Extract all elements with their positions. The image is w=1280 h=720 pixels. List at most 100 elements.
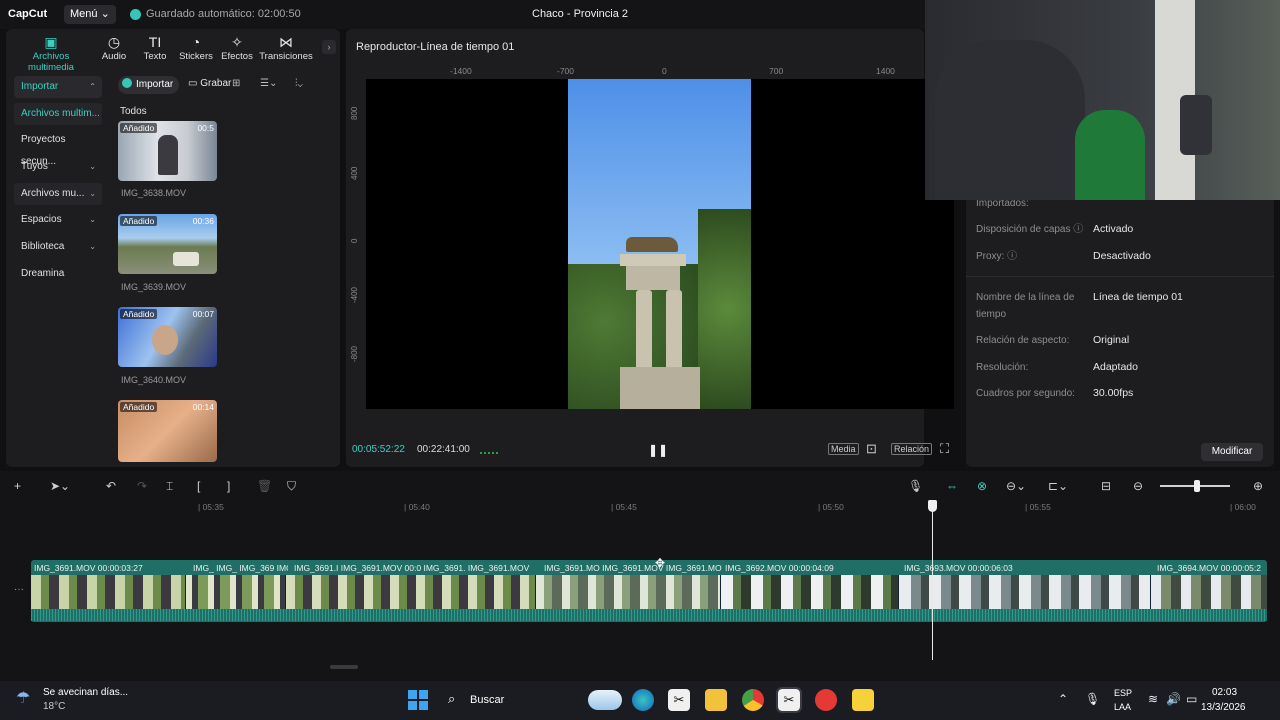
redo-icon[interactable]: ↷: [137, 479, 147, 493]
horizontal-scrollbar[interactable]: [330, 665, 358, 669]
sidebar-item-subprojects[interactable]: Proyectos secun...: [14, 129, 102, 167]
clock-time[interactable]: 02:03: [1212, 687, 1237, 698]
media-thumbnail[interactable]: Añadido 00:5: [118, 121, 217, 181]
media-thumbnail[interactable]: Añadido 00:07: [118, 307, 217, 367]
sidebar-item-yours[interactable]: Tuyos ⌄: [14, 156, 102, 178]
sidebar-item-files[interactable]: Archivos mu... ⌄: [14, 183, 102, 205]
trim-left-icon[interactable]: [: [197, 479, 200, 493]
keyboard-layout-label[interactable]: LAA: [1114, 702, 1131, 712]
tab-text[interactable]: TI Texto: [132, 34, 178, 62]
microphone-tray-icon[interactable]: 🎙: [1085, 692, 1100, 706]
media-name: IMG_3639.MOV: [121, 282, 187, 292]
green-shirt-shape: [1075, 110, 1145, 200]
link-clips-icon[interactable]: ⇔: [946, 479, 958, 493]
windows-start-icon[interactable]: [408, 690, 428, 710]
file-explorer-icon[interactable]: [705, 689, 727, 711]
sidebar-item-label: Importar: [21, 81, 59, 92]
sidebar-item-spaces[interactable]: Espacios ⌄: [14, 209, 102, 231]
wifi-icon[interactable]: ≋: [1148, 692, 1158, 706]
capcut-taskbar-icon[interactable]: ✂: [668, 689, 690, 711]
clip-thumb: [31, 575, 186, 609]
video-preview[interactable]: [568, 79, 751, 409]
chrome-icon[interactable]: [742, 689, 764, 711]
sidebar-item-dreamina[interactable]: Dreamina: [14, 263, 102, 285]
detail-key: Resolución:: [976, 362, 1029, 373]
chevron-down-icon: ⌄: [89, 215, 96, 224]
preview-axis-icon[interactable]: ⊏⌄: [1048, 479, 1068, 493]
zoom-in-icon[interactable]: ⊕: [1253, 479, 1263, 493]
added-badge: Añadido: [120, 402, 158, 412]
battery-icon[interactable]: ▭: [1186, 692, 1197, 706]
win-tile: [419, 701, 428, 710]
capcut-active-icon[interactable]: ✂: [776, 687, 802, 713]
media-thumbnail[interactable]: Añadido 00:14: [118, 400, 217, 462]
edge-icon[interactable]: [632, 689, 654, 711]
playhead[interactable]: [932, 500, 933, 660]
win-tile: [408, 690, 417, 699]
clip-thumb: [286, 575, 536, 609]
zoom-slider-handle[interactable]: [1194, 480, 1200, 492]
delete-icon[interactable]: 🗑: [257, 479, 272, 493]
undo-icon[interactable]: ↶: [106, 479, 116, 493]
sidebar-item-library[interactable]: Biblioteca ⌄: [14, 236, 102, 258]
swan-widget-icon[interactable]: [588, 690, 622, 710]
chevron-down-icon: ⌄: [89, 162, 96, 171]
linkage-icon[interactable]: ⊖⌄: [1006, 479, 1026, 493]
plus-circle-icon: [122, 78, 132, 88]
pause-icon[interactable]: ❚❚: [648, 443, 668, 457]
tab-audio[interactable]: ◷ Audio: [91, 34, 137, 62]
crop-icon[interactable]: ⊡: [866, 441, 877, 457]
column-right-shape: [666, 290, 682, 370]
added-badge: Añadido: [120, 123, 158, 133]
ruler-label: -700: [557, 66, 575, 76]
detail-key: Relación de aspecto:: [976, 335, 1070, 346]
volume-icon[interactable]: 🔊: [1166, 692, 1181, 706]
import-button[interactable]: Importar: [118, 76, 180, 94]
duration-label: 00:07: [192, 309, 214, 319]
fullscreen-icon[interactable]: ⛶: [940, 441, 949, 457]
microphone-icon[interactable]: 🎙: [908, 479, 923, 493]
modify-button[interactable]: Modificar: [1201, 443, 1263, 461]
grid-view-icon[interactable]: ⊞: [232, 78, 240, 89]
clock-date[interactable]: 13/3/2026: [1201, 702, 1246, 713]
tab-effects[interactable]: ✧ Efectos: [214, 34, 260, 62]
sidebar-item-media-files[interactable]: Archivos multim...: [14, 103, 102, 125]
menu-button[interactable]: Menú ⌄: [64, 5, 116, 24]
audio-meter-icon: [480, 446, 498, 454]
record-button[interactable]: ▭ Grabar: [188, 78, 231, 89]
clip-thumb: [721, 575, 899, 609]
taskbar-search[interactable]: [439, 688, 589, 712]
detail-key: Nombre de la línea de tiempo: [976, 292, 1075, 320]
ruler-label: -400: [350, 286, 359, 303]
time-tick: | 05:55: [1025, 502, 1051, 512]
tab-media[interactable]: ▣ Archivos multimedia: [12, 34, 90, 73]
trim-right-icon[interactable]: ]: [227, 479, 230, 493]
snap-icon[interactable]: ⊗: [977, 479, 987, 493]
tabs-scroll-right-icon[interactable]: ›: [322, 40, 336, 54]
detail-value: Original: [1093, 334, 1130, 346]
tab-transitions[interactable]: ⋈ Transiciones: [258, 34, 314, 62]
sticky-notes-icon[interactable]: [852, 689, 874, 711]
playhead-handle[interactable]: [928, 500, 937, 512]
sidebar-item-import[interactable]: Importar ⌃: [14, 76, 102, 98]
select-tool-icon[interactable]: ➤⌄: [50, 479, 70, 493]
weather-title: Se avecinan días...: [43, 687, 129, 698]
media-toggle-button[interactable]: Media: [828, 443, 859, 455]
filter-icon[interactable]: ⫶⌄: [295, 78, 303, 89]
tab-stickers[interactable]: ◔ Stickers: [173, 34, 219, 62]
media-thumbnail[interactable]: Añadido 00:36: [118, 214, 217, 274]
aspect-ratio-button[interactable]: Relación: [891, 443, 933, 455]
add-icon[interactable]: +: [14, 479, 21, 493]
clip-thumb: [186, 575, 286, 609]
language-label[interactable]: ESP: [1114, 688, 1132, 698]
split-icon[interactable]: ⌶: [166, 479, 173, 494]
sort-icon[interactable]: ☰⌄: [260, 78, 277, 89]
marker-icon[interactable]: ⛉: [287, 479, 296, 494]
track-more-icon[interactable]: ···: [14, 584, 24, 595]
recorder-icon[interactable]: [815, 689, 837, 711]
time-tick: | 05:50: [818, 502, 844, 512]
tray-expand-icon[interactable]: ⌃: [1058, 692, 1068, 706]
fit-icon[interactable]: ⊟: [1101, 479, 1111, 493]
win-tile: [408, 701, 417, 710]
zoom-out-icon[interactable]: ⊖: [1133, 479, 1143, 493]
